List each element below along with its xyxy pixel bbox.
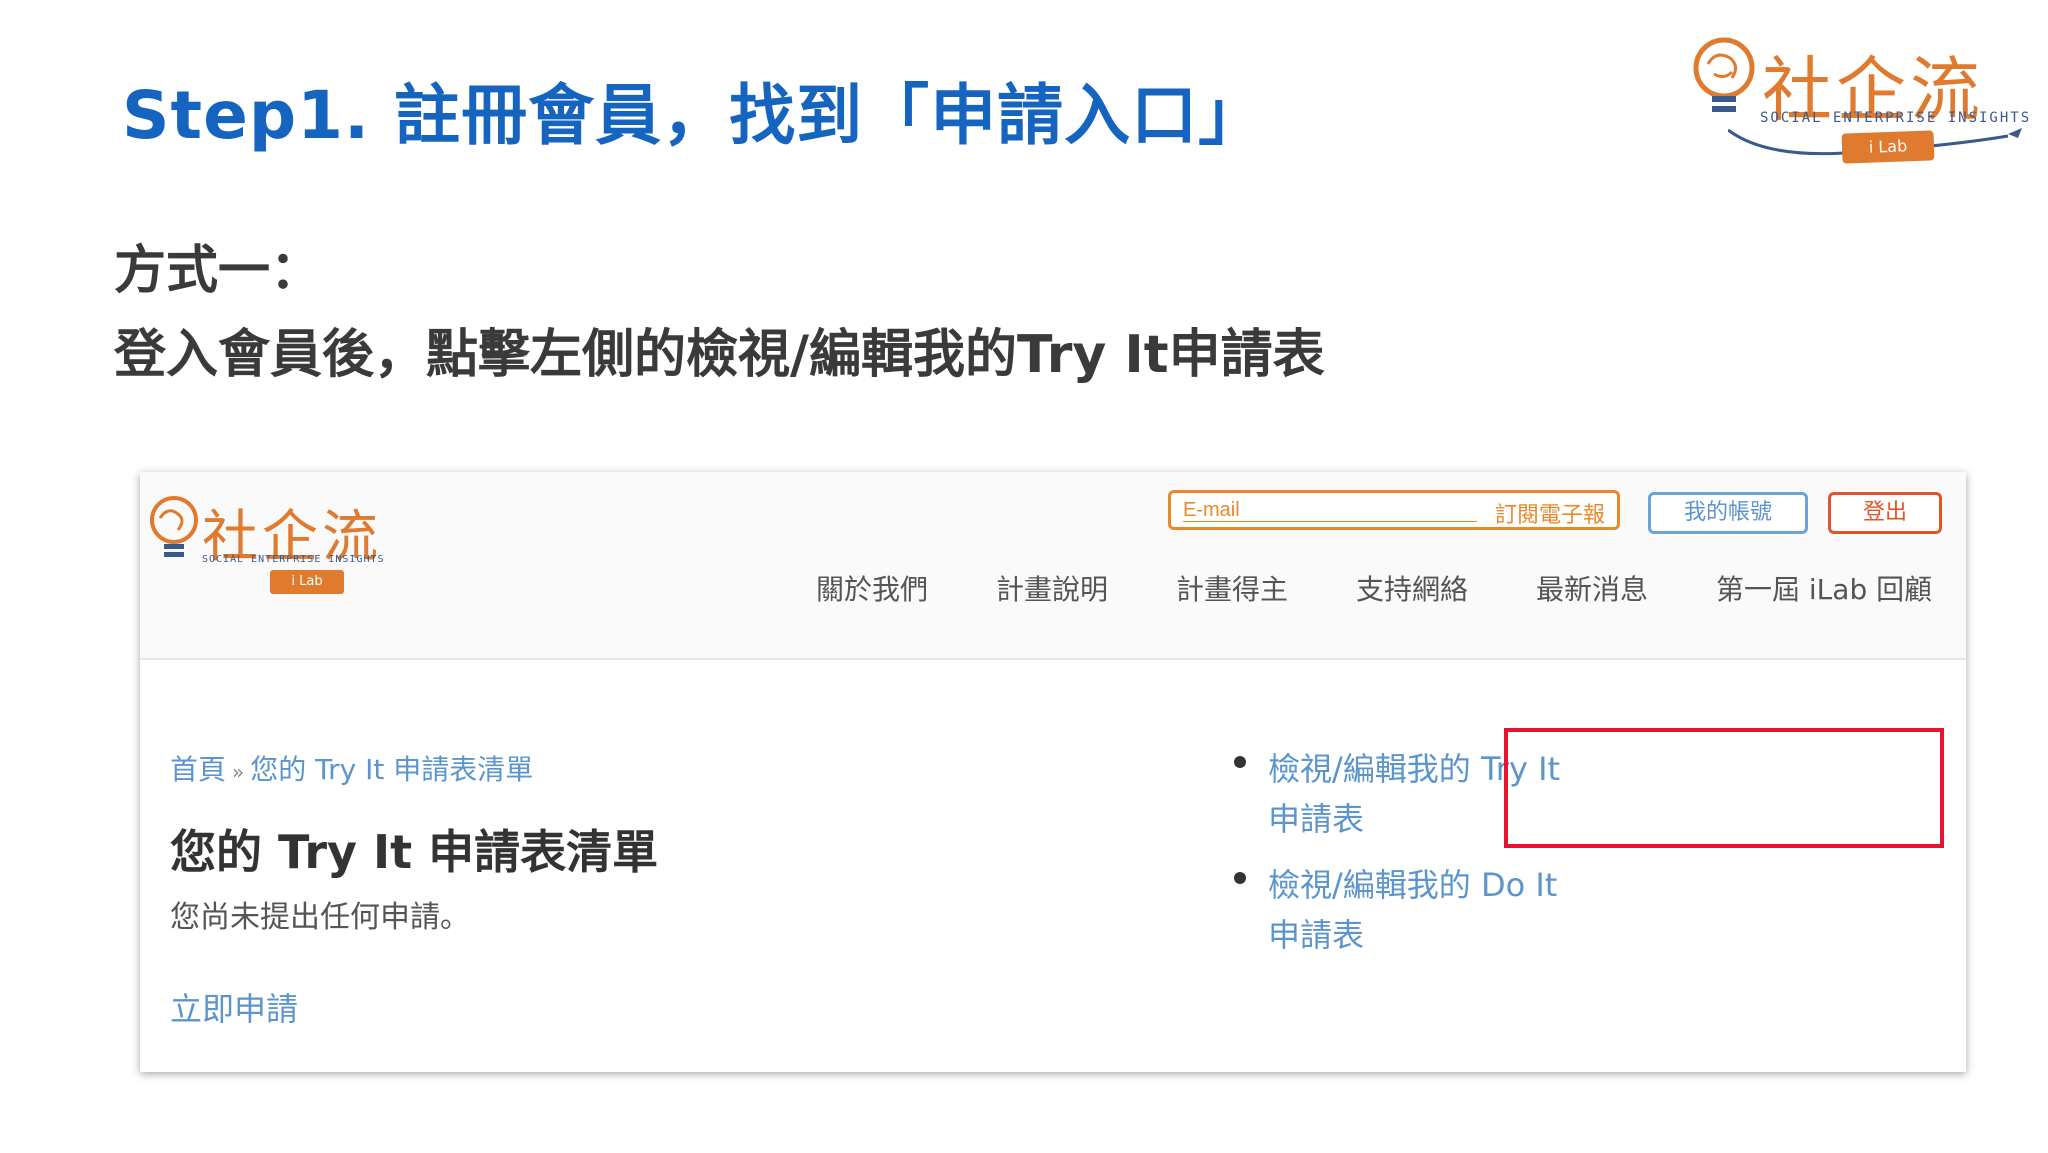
nav-item-program[interactable]: 計畫說明: [996, 568, 1108, 608]
nav-item-network[interactable]: 支持網絡: [1356, 568, 1468, 608]
brand-tag: i Lab: [1841, 130, 1935, 164]
site-logo[interactable]: 社企流 SOCIAL ENTERPRISE INSIGHTS i Lab: [146, 490, 416, 610]
email-field[interactable]: [1183, 499, 1477, 522]
my-account-button[interactable]: 我的帳號: [1648, 492, 1808, 534]
method-heading: 方式一：: [114, 241, 323, 301]
page-title: 您的 Try It 申請表清單: [170, 825, 659, 879]
breadcrumb-separator: »: [232, 760, 245, 784]
empty-state-text: 您尚未提出任何申請。: [170, 900, 470, 935]
nav-item-news[interactable]: 最新消息: [1536, 568, 1648, 608]
nav-item-review[interactable]: 第一屆 iLab 回顧: [1716, 568, 1932, 608]
bullet-icon: [1234, 872, 1246, 884]
method-description: 登入會員後，點擊左側的檢視/編輯我的Try It申請表: [114, 325, 1325, 385]
site-logo-subtitle: SOCIAL ENTERPRISE INSIGHTS: [202, 554, 385, 565]
brand-logo: 社企流 SOCIAL ENTERPRISE INSIGHTS i Lab: [1690, 28, 2030, 168]
apply-now-link[interactable]: 立即申請: [170, 984, 298, 1030]
breadcrumb-home[interactable]: 首頁: [170, 753, 226, 786]
nav-item-winners[interactable]: 計畫得主: [1176, 568, 1288, 608]
highlight-box: [1504, 728, 1944, 848]
main-nav: 關於我們 計畫說明 計畫得主 支持網絡 最新消息 第一屆 iLab 回顧: [816, 568, 1942, 608]
breadcrumb-current[interactable]: 您的 Try It 申請表清單: [250, 753, 533, 786]
lightbulb-icon: [1693, 37, 1755, 112]
logout-button[interactable]: 登出: [1828, 492, 1942, 534]
nav-item-about[interactable]: 關於我們: [816, 568, 928, 608]
lightbulb-icon: [150, 496, 198, 557]
slide-title: Step1. 註冊會員，找到「申請入口」: [122, 77, 1266, 154]
site-logo-tag: i Lab: [270, 570, 344, 594]
breadcrumb: 首頁» 您的 Try It 申請表清單: [170, 748, 533, 788]
subscribe-button[interactable]: 訂閱電子報: [1495, 497, 1605, 529]
site-header: 社企流 SOCIAL ENTERPRISE INSIGHTS i Lab 訂閱電…: [140, 472, 1966, 660]
edit-do-it-application-link[interactable]: 檢視/編輯我的 Do It 申請表: [1268, 860, 1592, 960]
bullet-icon: [1234, 756, 1246, 768]
list-item: 檢視/編輯我的 Do It 申請表: [1222, 860, 1592, 960]
newsletter-form: 訂閱電子報: [1168, 490, 1620, 530]
